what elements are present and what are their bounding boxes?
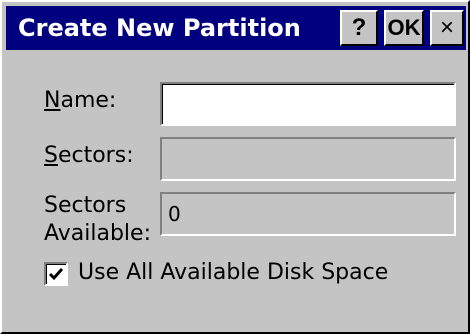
name-field[interactable]: [160, 82, 456, 126]
ok-button[interactable]: OK: [384, 10, 424, 46]
create-partition-dialog: Create New Partition ? OK × Name: Sector…: [0, 0, 470, 334]
use-all-space-label-rest: se All Available Disk Space: [94, 260, 389, 285]
sectors-label-rest: ectors:: [57, 143, 134, 168]
sectors-label: Sectors:: [44, 143, 134, 169]
sectors-label-mnemonic: S: [44, 143, 58, 168]
checkmark-icon: [48, 268, 64, 281]
use-all-space-checkbox[interactable]: [44, 262, 68, 286]
sectors-available-field: 0: [160, 192, 456, 236]
sectors-available-label: Sectors Available:: [44, 193, 151, 246]
use-all-space-label: Use All Available Disk Space: [78, 260, 388, 286]
close-button[interactable]: ×: [430, 10, 464, 46]
name-label-rest: ame:: [60, 88, 117, 113]
use-all-space-mnemonic: U: [78, 260, 95, 285]
name-label-mnemonic: N: [44, 88, 61, 113]
help-button[interactable]: ?: [340, 10, 378, 46]
window-title: Create New Partition: [18, 14, 301, 42]
name-label: Name:: [44, 88, 116, 114]
title-bar: Create New Partition ? OK ×: [6, 6, 466, 50]
sectors-field[interactable]: [160, 137, 456, 181]
